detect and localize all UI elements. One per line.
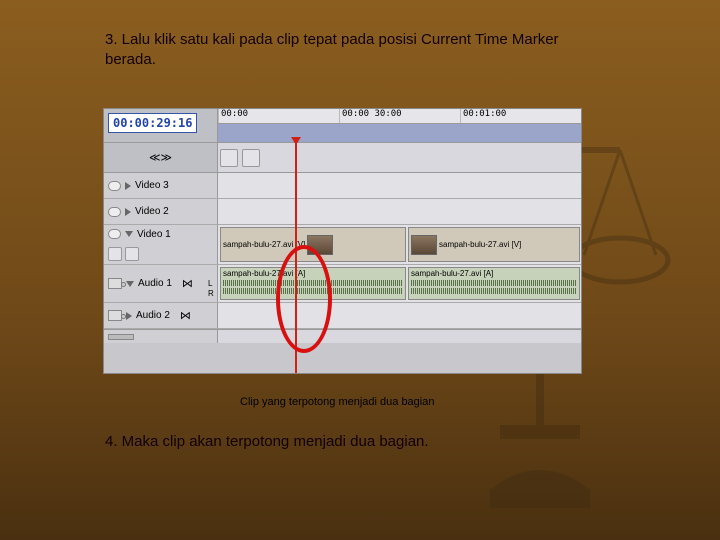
waveform xyxy=(411,288,577,294)
track-audio1: Audio 1 ⋈ sampah-bulu-27.avi [A] sampah-… xyxy=(104,265,581,303)
track-label: Audio 1 xyxy=(138,278,172,289)
audio-clip-1a[interactable]: sampah-bulu-27.avi [A] xyxy=(220,267,406,300)
waveform xyxy=(411,280,577,286)
tools-row: ≪≫ xyxy=(104,143,581,173)
clip-label: sampah-bulu-27.avi [A] xyxy=(223,269,305,278)
expand-icon[interactable] xyxy=(125,182,131,190)
eye-icon[interactable] xyxy=(108,207,121,217)
timeline-panel: 00:00:29:16 00:00 00:00 30:00 00:01:00 ≪… xyxy=(103,108,582,374)
tool-button[interactable] xyxy=(242,149,260,167)
time-ruler[interactable]: 00:00 00:00 30:00 00:01:00 xyxy=(218,109,581,124)
waveform xyxy=(223,280,403,286)
track-video2: Video 2 xyxy=(104,199,581,225)
track-label: Video 1 xyxy=(137,229,171,240)
ruler-tick: 00:00 xyxy=(218,109,339,123)
waveform xyxy=(223,288,403,294)
clip-label: sampah-bulu-27.avi [V] xyxy=(223,240,305,249)
current-time-indicator[interactable] xyxy=(295,143,297,373)
track-label: Video 2 xyxy=(135,206,169,217)
track-content[interactable]: sampah-bulu-27.avi [V] sampah-bulu-27.av… xyxy=(218,225,581,264)
collapse-icon[interactable] xyxy=(126,281,134,287)
snap-button[interactable] xyxy=(220,149,238,167)
track-content[interactable] xyxy=(218,199,581,224)
track-content[interactable] xyxy=(218,303,581,328)
step-3-text: 3. Lalu klik satu kali pada clip tepat p… xyxy=(105,30,605,69)
track-label: Audio 2 xyxy=(136,310,170,321)
audio-clip-1b[interactable]: sampah-bulu-27.avi [A] xyxy=(408,267,580,300)
track-video1: Video 1 sampah-bulu-27.avi [V] sampah-bu… xyxy=(104,225,581,265)
eye-icon[interactable] xyxy=(108,229,121,239)
zoom-slider[interactable] xyxy=(108,334,134,340)
screenshot-caption: Clip yang terpotong menjadi dua bagian xyxy=(240,396,434,408)
video-clip-1b[interactable]: sampah-bulu-27.avi [V] xyxy=(408,227,580,262)
channel-l: L xyxy=(208,279,212,288)
step-4-text: 4. Maka clip akan terpotong menjadi dua … xyxy=(105,432,605,452)
clip-label: sampah-bulu-27.avi [A] xyxy=(411,269,493,278)
tools-label: ≪≫ xyxy=(104,143,218,172)
channel-r: R xyxy=(208,289,214,298)
h-scrollbar[interactable] xyxy=(218,330,581,343)
expand-icon[interactable] xyxy=(125,208,131,216)
ruler-area[interactable]: 00:00 00:00 30:00 00:01:00 xyxy=(218,109,581,142)
speaker-icon[interactable] xyxy=(108,278,122,289)
eye-icon[interactable] xyxy=(108,181,121,191)
track-audio2: Audio 2 ⋈ xyxy=(104,303,581,329)
timeline-header: 00:00:29:16 00:00 00:00 30:00 00:01:00 xyxy=(104,109,581,143)
ruler-tick: 00:01:00 xyxy=(460,109,581,123)
collapse-icon[interactable] xyxy=(125,231,133,237)
track-label: Video 3 xyxy=(135,180,169,191)
timecode-value[interactable]: 00:00:29:16 xyxy=(108,113,197,133)
track-video3: Video 3 xyxy=(104,173,581,199)
expand-icon[interactable] xyxy=(126,312,132,320)
track-content[interactable]: sampah-bulu-27.avi [A] sampah-bulu-27.av… xyxy=(218,265,581,302)
work-area-bar[interactable] xyxy=(218,124,581,142)
speaker-icon[interactable] xyxy=(108,310,122,321)
track-content[interactable] xyxy=(218,173,581,198)
clip-thumbnail xyxy=(411,235,437,255)
clip-thumbnail xyxy=(307,235,333,255)
clip-label: sampah-bulu-27.avi [V] xyxy=(439,240,521,249)
timecode-box: 00:00:29:16 xyxy=(104,109,218,142)
snap-tools xyxy=(218,143,581,172)
ruler-tick: 00:00 30:00 xyxy=(339,109,460,123)
track-tool-button[interactable] xyxy=(125,247,139,261)
track-tool-button[interactable] xyxy=(108,247,122,261)
video-clip-1a[interactable]: sampah-bulu-27.avi [V] xyxy=(220,227,406,262)
